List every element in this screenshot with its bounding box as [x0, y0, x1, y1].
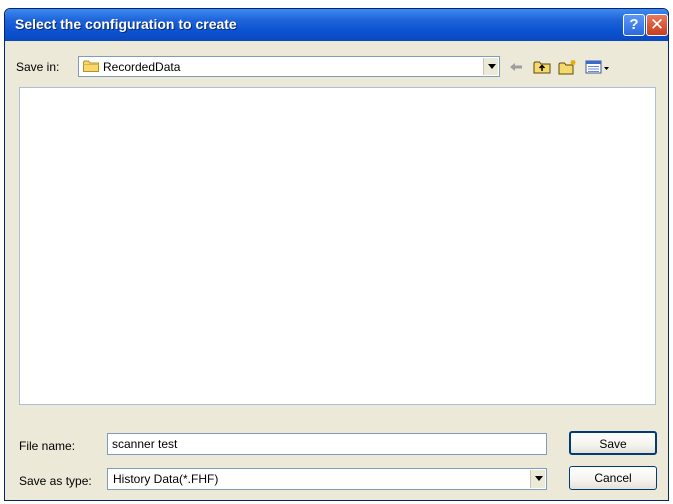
file-list-area[interactable]	[19, 87, 656, 405]
save-in-label: Save in:	[16, 60, 60, 74]
save-as-type-value: History Data(*.FHF)	[113, 472, 219, 486]
create-new-folder-icon[interactable]	[558, 59, 578, 75]
cancel-button[interactable]: Cancel	[569, 466, 657, 490]
save-as-type-dropdown[interactable]: History Data(*.FHF)	[107, 468, 547, 490]
back-arrow-icon[interactable]	[508, 59, 524, 75]
save-in-dropdown[interactable]: RecordedData	[78, 56, 500, 77]
folder-icon	[83, 60, 99, 72]
file-name-input[interactable]	[107, 433, 547, 455]
file-name-label: File name:	[19, 439, 76, 453]
save-button[interactable]: Save	[569, 431, 657, 455]
view-menu-icon[interactable]	[585, 59, 611, 75]
save-in-value: RecordedData	[103, 60, 181, 74]
title-bar[interactable]: Select the configuration to create ? ✕	[5, 9, 668, 41]
up-one-level-icon[interactable]	[533, 59, 551, 75]
save-as-type-label: Save as type:	[19, 474, 92, 488]
help-button[interactable]: ?	[623, 14, 645, 36]
save-as-type-dropdown-arrow[interactable]	[530, 470, 545, 488]
dialog-title: Select the configuration to create	[15, 16, 237, 32]
close-button[interactable]: ✕	[646, 14, 668, 36]
save-in-dropdown-arrow[interactable]	[483, 58, 498, 75]
save-dialog: Select the configuration to create ? ✕ S…	[4, 8, 669, 501]
